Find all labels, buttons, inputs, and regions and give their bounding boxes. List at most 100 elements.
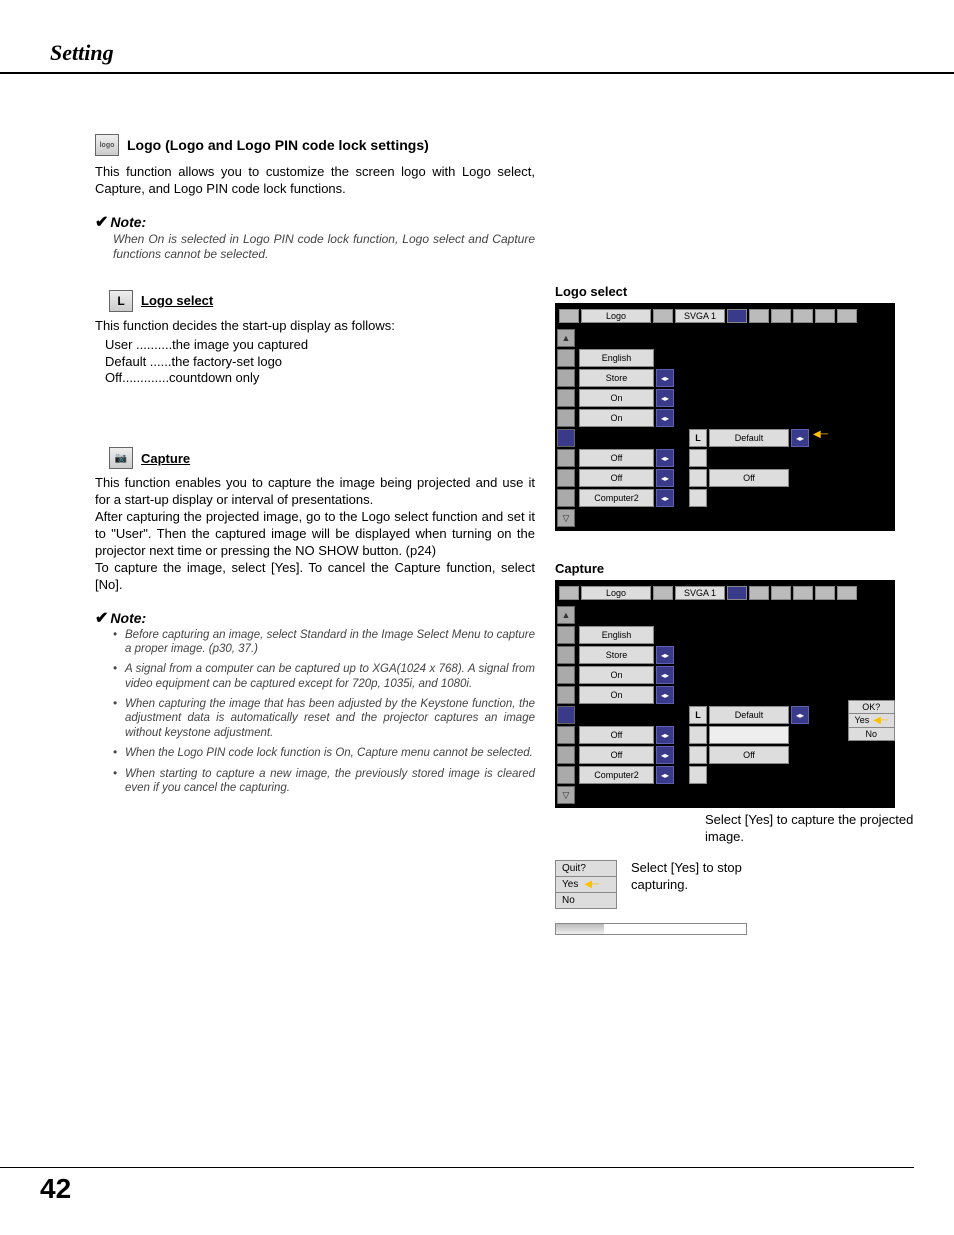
option-user: User ..........the image you captured	[105, 337, 535, 354]
arrows-icon: ◂▸	[656, 409, 674, 427]
side-icon-selected	[557, 706, 575, 724]
menu-value: Computer2	[579, 489, 654, 507]
side-icon	[557, 666, 575, 684]
content-area: logo Logo (Logo and Logo PIN code lock s…	[0, 74, 954, 935]
note-1-text: When On is selected in Logo PIN code loc…	[113, 232, 535, 262]
submenu-blank	[709, 726, 789, 744]
note-2-item-3: When the Logo PIN code lock function is …	[125, 746, 533, 760]
progress-fill	[556, 924, 604, 934]
arrows-icon: ◂▸	[656, 469, 674, 487]
top-icon	[793, 586, 813, 600]
note-2-item-0: Before capturing an image, select Standa…	[125, 628, 535, 657]
side-icon	[557, 449, 575, 467]
top-icon	[653, 586, 673, 600]
arrows-icon: ◂▸	[656, 746, 674, 764]
quit-no: No	[556, 893, 616, 908]
top-icon	[815, 309, 835, 323]
side-icon	[557, 686, 575, 704]
menu-topbar: Logo SVGA 1	[557, 305, 893, 327]
menu-value: On	[579, 389, 654, 407]
menu-value: Store	[579, 646, 654, 664]
top-icon	[559, 586, 579, 600]
capture-p1: This function enables you to capture the…	[95, 475, 535, 509]
capture-menu-screenshot: Logo SVGA 1 ▲	[555, 580, 895, 808]
arrows-icon: ◂▸	[656, 726, 674, 744]
logo-heading-text: Logo (Logo and Logo PIN code lock settin…	[127, 137, 429, 153]
submenu-off: Off	[709, 746, 789, 764]
top-icon	[749, 309, 769, 323]
scroll-up-icon: ▲	[557, 606, 575, 624]
top-icon	[771, 309, 791, 323]
arrows-icon: ◂▸	[656, 449, 674, 467]
menu-value: On	[579, 409, 654, 427]
menu-rows-sub: LDefault◂▸◀─ Off	[689, 329, 828, 527]
option-default: Default ......the factory-set logo	[105, 354, 535, 371]
menu-svga: SVGA 1	[675, 309, 725, 323]
top-icon	[653, 309, 673, 323]
top-icon	[837, 586, 857, 600]
page-header: Setting	[0, 0, 954, 74]
capture-p3: To capture the image, select [Yes]. To c…	[95, 560, 535, 594]
menu-svga: SVGA 1	[675, 586, 725, 600]
page-number: 42	[40, 1173, 71, 1205]
menu-tab-logo: Logo	[581, 309, 651, 323]
ok-dialog: OK? Yes◀─ No	[848, 700, 895, 741]
side-icon	[557, 489, 575, 507]
logo-section-body: This function allows you to customize th…	[95, 164, 535, 198]
top-icon	[727, 586, 747, 600]
ok-no: No	[849, 728, 894, 740]
quit-row: Quit? Yes◀─ No Select [Yes] to stop capt…	[555, 860, 915, 909]
menu-topbar: Logo SVGA 1	[557, 582, 893, 604]
menu-value: Computer2	[579, 766, 654, 784]
menu-value: Off	[579, 469, 654, 487]
arrows-icon: ◂▸	[656, 489, 674, 507]
top-icon	[749, 586, 769, 600]
menu-rows-main: English Store◂▸ On◂▸ On◂▸ Off◂▸ Off◂▸ Co…	[579, 606, 674, 804]
menu-rows-main: English Store◂▸ On◂▸ On◂▸ Off◂▸ Off◂▸ Co…	[579, 329, 674, 527]
pointer-icon: ◀─	[813, 429, 828, 447]
side-icon	[557, 726, 575, 744]
logo-select-menu-screenshot: Logo SVGA 1 ▲	[555, 303, 895, 531]
note-2-list: •Before capturing an image, select Stand…	[113, 628, 535, 796]
menu-value: Off	[579, 746, 654, 764]
caption-capture: Select [Yes] to capture the projected im…	[555, 812, 915, 846]
ok-yes: Yes◀─	[849, 714, 894, 728]
side-icon	[557, 766, 575, 784]
capture-heading: 📷 Capture	[109, 447, 535, 469]
option-off: Off.............countdown only	[105, 370, 535, 387]
logo-icon: logo	[95, 134, 119, 156]
ok-question: OK?	[849, 701, 894, 714]
progress-bar	[555, 923, 747, 935]
menu-value: On	[579, 666, 654, 684]
logo-select-intro: This function decides the start-up displ…	[95, 318, 535, 335]
arrows-icon: ◂▸	[656, 646, 674, 664]
scroll-down-icon: ▽	[557, 786, 575, 804]
side-icon	[557, 349, 575, 367]
menu-tab-logo: Logo	[581, 586, 651, 600]
submenu-l-icon: L	[689, 429, 707, 447]
menu-value: Off	[579, 449, 654, 467]
submenu-lock-icon	[689, 746, 707, 764]
menu-body: ▲ ▽ English Store◂▸ On◂▸	[557, 604, 893, 806]
right-logo-title: Logo select	[555, 284, 915, 299]
arrows-icon: ◂▸	[656, 369, 674, 387]
menu-value: English	[579, 349, 654, 367]
note-2-item-2: When capturing the image that has been a…	[125, 697, 535, 740]
capture-p2: After capturing the projected image, go …	[95, 509, 535, 560]
submenu-return-icon	[689, 489, 707, 507]
side-icon	[557, 409, 575, 427]
menu-body: ▲ ▽ English Store◂▸ On◂▸	[557, 327, 893, 529]
arrows-icon: ◂▸	[791, 706, 809, 724]
top-icon	[793, 309, 813, 323]
menu-value: Store	[579, 369, 654, 387]
right-column: Logo select Logo SVGA 1 ▲	[555, 134, 915, 935]
submenu-default: Default	[709, 706, 789, 724]
arrows-icon: ◂▸	[656, 766, 674, 784]
arrows-icon: ◂▸	[791, 429, 809, 447]
submenu-return-icon	[689, 766, 707, 784]
note-2-label: Note:	[110, 610, 146, 626]
checkmark-icon: ✔	[95, 214, 108, 231]
capture-heading-text: Capture	[141, 451, 190, 466]
logo-select-options: User ..........the image you captured De…	[105, 337, 535, 388]
submenu-capture-icon	[689, 449, 707, 467]
